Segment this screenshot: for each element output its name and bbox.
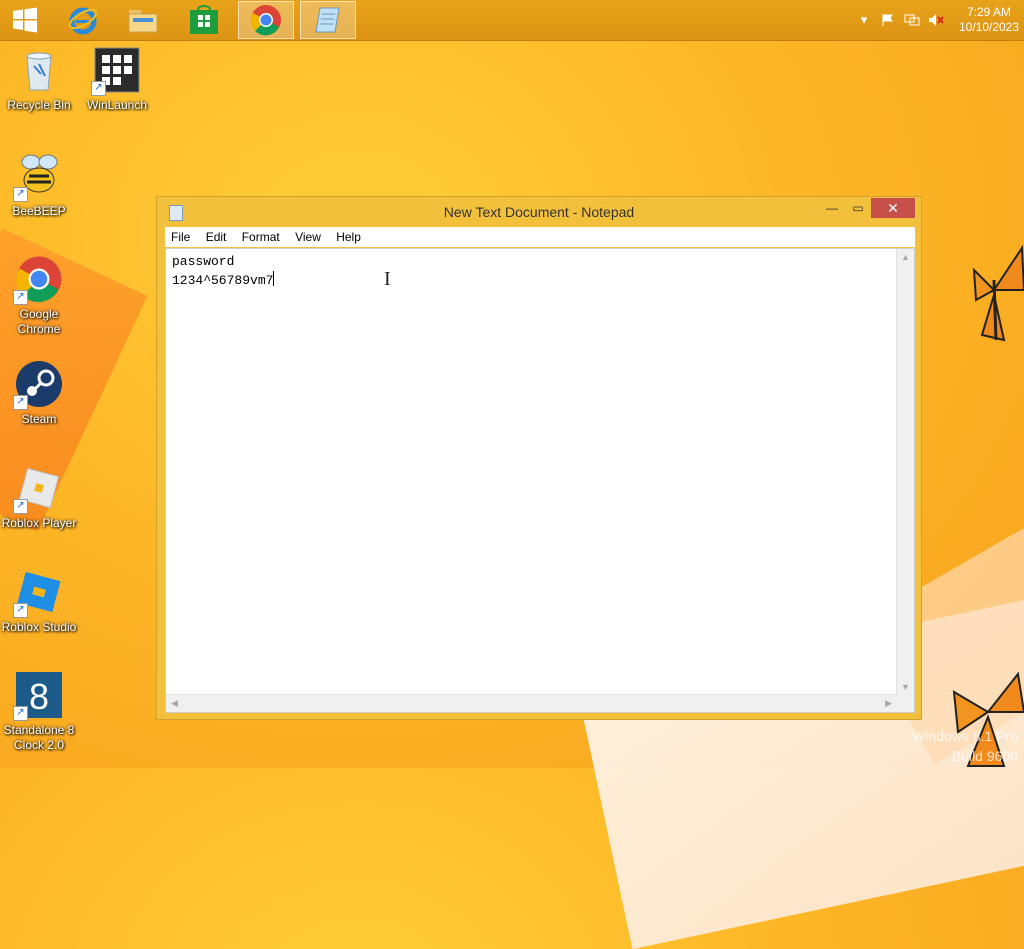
shortcut-arrow-icon: ↗ <box>13 395 28 410</box>
shortcut-arrow-icon: ↗ <box>91 81 106 96</box>
shortcut-arrow-icon: ↗ <box>13 499 28 514</box>
taskbar-file-explorer[interactable] <box>115 1 171 39</box>
desktop-icon-label: Google Chrome <box>17 307 61 336</box>
recycle-bin-icon <box>15 46 63 94</box>
action-center-flag-icon[interactable] <box>879 11 897 29</box>
text-editor[interactable]: password 1234^56789vm7 ▲ ▼ ◀ ▶ <box>165 248 915 713</box>
scroll-down-icon[interactable]: ▼ <box>901 682 910 692</box>
taskbar-store[interactable] <box>176 1 232 39</box>
menu-edit[interactable]: Edit <box>200 227 233 244</box>
desktop-icon-label: BeeBEEP <box>12 204 66 218</box>
text-line: password <box>172 254 235 269</box>
shortcut-arrow-icon: ↗ <box>13 187 28 202</box>
maximize-icon: ▭ <box>852 201 864 215</box>
editor-text[interactable]: password 1234^56789vm7 <box>172 253 275 290</box>
svg-text:8: 8 <box>29 676 49 717</box>
desktop-icon-roblox-player[interactable]: ↗ Roblox Player <box>1 464 77 531</box>
internet-explorer-icon <box>68 7 98 35</box>
volume-muted-icon[interactable] <box>927 11 945 29</box>
desktop-icon-label: Steam <box>21 412 57 426</box>
desktop-icon-recycle-bin[interactable]: Recycle Bin <box>1 46 77 113</box>
menu-format[interactable]: Format <box>236 227 286 244</box>
horizontal-scrollbar[interactable]: ◀ ▶ <box>166 694 897 712</box>
desktop-icon-roblox-studio[interactable]: ↗ Roblox Studio <box>1 568 77 635</box>
menu-bar: File Edit Format View Help <box>165 227 915 247</box>
notepad-icon <box>315 7 340 33</box>
desktop-icon-steam[interactable]: ↗ Steam <box>1 360 77 427</box>
roblox-player-icon: ↗ <box>13 464 63 514</box>
clock[interactable]: 7:29 AM 10/10/2023 <box>954 5 1024 35</box>
text-line: 1234^56789vm7 <box>172 273 274 288</box>
minimize-icon: — <box>826 201 838 215</box>
start-button[interactable] <box>0 1 50 39</box>
notepad-window: New Text Document - Notepad — ▭ ✕ File E… <box>156 196 922 720</box>
bee-icon: ↗ <box>13 152 63 202</box>
taskbar: ▾ 7:29 AM 10/10/2023 <box>0 0 1024 41</box>
network-icon[interactable] <box>903 11 921 29</box>
desktop-icon-label: Standalone 8 Clock 2.0 <box>3 723 75 752</box>
butterfly-icon <box>972 244 1024 342</box>
desktop-icon-label: Recycle Bin <box>7 98 71 112</box>
taskbar-notepad[interactable] <box>300 1 356 39</box>
text-cursor-icon: I <box>384 268 391 290</box>
desktop-icon-winlaunch[interactable]: ↗ WinLaunch <box>79 46 155 113</box>
roblox-studio-icon: ↗ <box>13 568 63 618</box>
text-caret <box>273 271 275 286</box>
desktop-icon-google-chrome[interactable]: ↗ Google Chrome <box>1 255 77 337</box>
desktop-icon-beebeep[interactable]: ↗ BeeBEEP <box>1 152 77 219</box>
menu-view[interactable]: View <box>289 227 327 244</box>
scroll-right-icon[interactable]: ▶ <box>885 698 892 709</box>
shortcut-arrow-icon: ↗ <box>13 603 28 618</box>
chrome-icon: ↗ <box>13 255 63 305</box>
winlaunch-icon: ↗ <box>91 46 141 96</box>
desktop-icon-label: Roblox Player <box>1 516 77 530</box>
show-hidden-icons-icon[interactable]: ▾ <box>855 11 873 29</box>
resize-grip[interactable] <box>897 695 914 712</box>
scroll-left-icon[interactable]: ◀ <box>171 698 178 709</box>
close-icon: ✕ <box>887 199 899 216</box>
maximize-button[interactable]: ▭ <box>847 198 869 218</box>
clock-date: 10/10/2023 <box>958 20 1020 34</box>
close-button[interactable]: ✕ <box>871 198 915 218</box>
watermark-line: Windows 8.1 Pro <box>912 728 1018 744</box>
chrome-icon <box>250 5 281 36</box>
taskbar-chrome[interactable] <box>238 1 294 39</box>
scroll-up-icon[interactable]: ▲ <box>901 252 910 262</box>
watermark-line: Build 9600 <box>951 748 1018 764</box>
title-bar[interactable]: New Text Document - Notepad — ▭ ✕ <box>157 197 921 227</box>
menu-file[interactable]: File <box>165 227 196 244</box>
vertical-scrollbar[interactable]: ▲ ▼ <box>896 249 914 695</box>
minimize-button[interactable]: — <box>821 198 843 218</box>
store-icon <box>190 5 218 34</box>
system-tray: ▾ 7:29 AM 10/10/2023 <box>852 0 1024 40</box>
windows-logo-icon <box>13 7 37 33</box>
desktop-icon-label: WinLaunch <box>86 98 148 112</box>
shortcut-arrow-icon: ↗ <box>13 706 28 721</box>
folder-icon <box>128 10 158 33</box>
shortcut-arrow-icon: ↗ <box>13 290 28 305</box>
taskbar-internet-explorer[interactable] <box>55 1 111 39</box>
window-title: New Text Document - Notepad <box>443 204 635 220</box>
desktop-icon-standalone-8-clock[interactable]: 8 ↗ Standalone 8 Clock 2.0 <box>1 671 77 753</box>
menu-help[interactable]: Help <box>330 227 367 244</box>
desktop-icon-label: Roblox Studio <box>1 620 77 634</box>
steam-icon: ↗ <box>13 360 63 410</box>
windows-watermark: Windows 8.1 Pro Build 9600 <box>912 726 1018 766</box>
clock-8-icon: 8 ↗ <box>13 671 63 721</box>
clock-time: 7:29 AM <box>966 5 1012 19</box>
